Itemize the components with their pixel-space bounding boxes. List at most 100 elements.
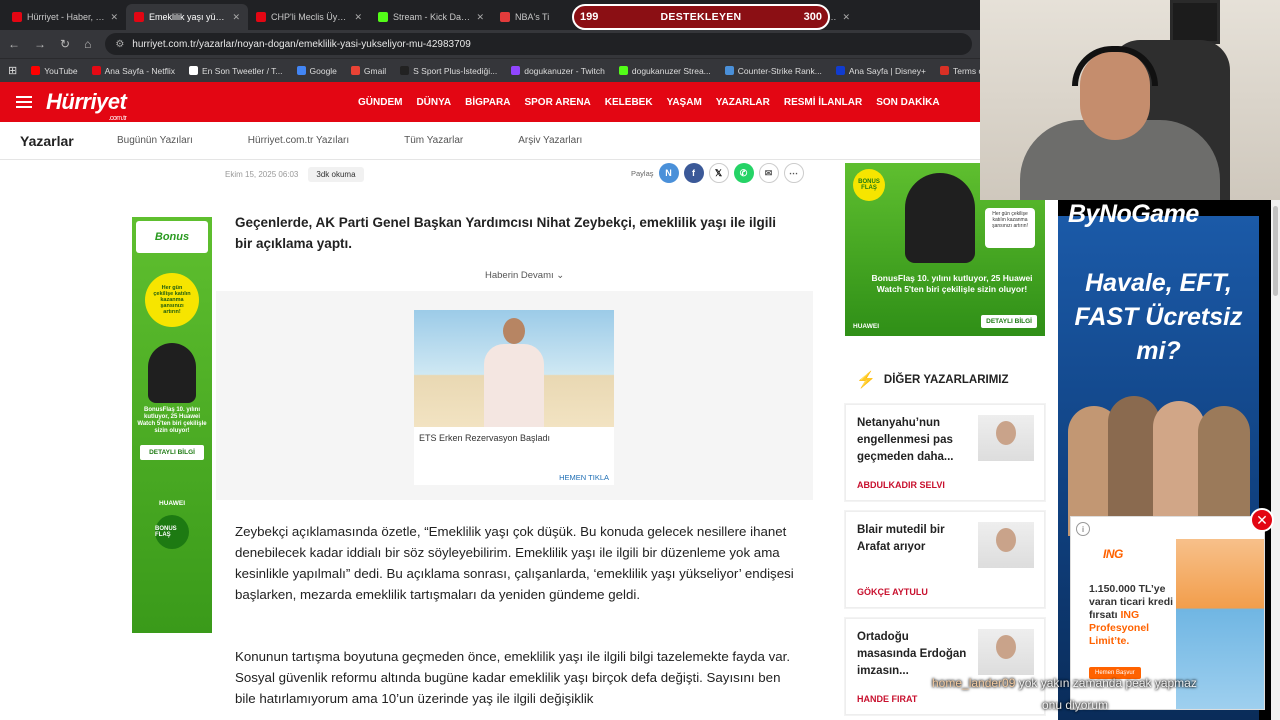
subnav-link[interactable]: Hürriyet.com.tr Yazıları <box>248 135 349 146</box>
ad-info-icon[interactable]: i <box>1076 522 1090 536</box>
ing-logo: ING <box>1103 547 1123 561</box>
details-button[interactable]: DETAYLI BİLGİ <box>981 315 1037 328</box>
subnav-title[interactable]: Yazarlar <box>20 133 74 149</box>
tab-favicon-icon <box>378 12 388 22</box>
bookmark-icon <box>618 66 628 75</box>
x-twitter-icon[interactable]: 𝕏 <box>708 163 729 183</box>
main-menu-item[interactable]: SON DAKİKA <box>876 97 939 108</box>
browser-tab[interactable]: Stream - Kick Dashbo ✕ <box>370 4 492 30</box>
tab-close-icon[interactable]: ✕ <box>842 12 850 23</box>
inline-ad-card[interactable]: ETS Erken Rezervasyon Başladı HEMEN TIKL… <box>414 310 614 485</box>
ad-beach-image <box>414 310 614 427</box>
main-menu-item[interactable]: BİGPARA <box>465 97 510 108</box>
article-date: Ekim 15, 2025 06:03 <box>225 169 299 179</box>
writer-photo <box>978 522 1034 568</box>
facebook-icon[interactable]: f <box>683 163 704 183</box>
bookmark-item[interactable]: Counter-Strike Rank... <box>724 66 822 76</box>
banner-text: BonusFlaş 10. yılını kutluyor, 25 Huawei… <box>137 407 207 434</box>
chat-username: home_lander09 <box>932 676 1016 690</box>
ad-headline: Havale, EFT, FAST Ücretsiz mi? <box>1074 269 1243 365</box>
huawei-logo: HUAWEI <box>159 500 185 507</box>
bookmark-item[interactable]: Google <box>296 66 337 76</box>
bookmark-icon <box>400 66 410 75</box>
bookmark-item[interactable]: YouTube <box>31 66 78 76</box>
writer-name: ABDULKADIR SELVI <box>857 480 945 490</box>
bonus-flas-badge: BONUS FLAŞ <box>155 515 189 549</box>
whatsapp-icon[interactable]: ✆ <box>733 163 754 183</box>
subnav-link[interactable]: Tüm Yazarlar <box>404 135 463 146</box>
browser-tab[interactable]: Hürriyet - Haber, Son ✕ <box>4 4 126 30</box>
writer-card[interactable]: Netanyahu’nun engellenmesi pas geçmeden … <box>845 404 1045 501</box>
bookmark-item[interactable]: Terms of Service - G... <box>939 66 980 76</box>
donation-label: DESTEKLEYEN <box>660 11 742 23</box>
subnav-link[interactable]: Bugünün Yazıları <box>117 135 193 146</box>
site-info-icon[interactable]: ⚙ <box>115 39 124 50</box>
hamburger-menu-icon[interactable] <box>16 96 32 108</box>
ad-caption: ETS Erken Rezervasyon Başladı <box>419 433 551 443</box>
bookmark-icon <box>835 66 845 75</box>
tab-title: Stream - Kick Dashbo <box>393 12 471 22</box>
tab-title: Emeklilik yaşı yükseliy <box>149 12 227 22</box>
bookmark-item[interactable]: dogukanuzer Strea... <box>618 66 711 76</box>
bonus-flas-badge: BONUS FLAŞ <box>853 169 885 201</box>
bookmark-item[interactable]: Ana Sayfa | Disney+ <box>835 66 926 76</box>
bookmark-item[interactable]: S Sport Plus-İstediği... <box>400 66 497 76</box>
forward-icon[interactable]: → <box>34 37 46 51</box>
main-menu-item[interactable]: KELEBEK <box>605 97 653 108</box>
browser-tab[interactable]: CHP'li Meclis Üyesi A ✕ <box>248 4 370 30</box>
main-menu-item[interactable]: GÜNDEM <box>358 97 402 108</box>
donation-right-count: 300 <box>803 11 822 23</box>
tab-close-icon[interactable]: ✕ <box>476 12 484 23</box>
site-logo[interactable]: Hürriyet .com.tr <box>46 89 127 122</box>
bookmark-item[interactable]: dogukanuzer - Twitch <box>511 66 605 76</box>
writer-card[interactable]: Blair mutedil bir Arafat arıyor GÖKÇE AY… <box>845 511 1045 608</box>
bonus-logo: Bonus <box>154 231 190 243</box>
left-bonus-banner[interactable]: Bonus Her gün çekilişe katılın kazanma ş… <box>132 217 212 633</box>
news-share-icon[interactable]: N <box>658 163 679 183</box>
bookmark-icon <box>939 66 949 75</box>
page-scrollbar[interactable] <box>1271 200 1280 720</box>
back-icon[interactable]: ← <box>8 37 20 51</box>
reload-icon[interactable]: ↻ <box>60 37 70 51</box>
bynogame-logo: ByNoGame <box>1068 200 1199 228</box>
subnav-links: Bugünün Yazıları Hürriyet.com.tr Yazıları… <box>117 135 582 146</box>
tab-close-icon[interactable]: ✕ <box>354 12 362 23</box>
main-menu-item[interactable]: YAŞAM <box>667 97 702 108</box>
url-input[interactable]: ⚙ hurriyet.com.tr/yazarlar/noyan-dogan/e… <box>105 33 972 55</box>
main-menu: GÜNDEM DÜNYA BİGPARA SPOR ARENA KELEBEK YAŞAM… <box>358 82 940 122</box>
tab-close-icon[interactable]: ✕ <box>110 12 118 23</box>
share-bar: Paylaş N f 𝕏 ✆ ✉ ⋯ <box>631 163 804 183</box>
tab-close-icon[interactable]: ✕ <box>232 12 240 23</box>
read-more-button[interactable]: Haberin Devamı ⌄ <box>485 270 564 281</box>
email-icon[interactable]: ✉ <box>758 163 779 183</box>
tab-favicon-icon <box>134 12 144 22</box>
main-menu-item[interactable]: RESMİ İLANLAR <box>784 97 862 108</box>
main-menu-item[interactable]: SPOR ARENA <box>524 97 590 108</box>
bookmark-item[interactable]: En Son Tweetler / T... <box>189 66 283 76</box>
mascot-image <box>148 343 196 403</box>
details-button[interactable]: DETAYLI BİLGİ <box>140 445 204 460</box>
browser-tab[interactable]: Emeklilik yaşı yükseliy ✕ <box>126 4 248 30</box>
bookmark-item[interactable]: Ana Sayfa - Netflix <box>91 66 175 76</box>
main-menu-item[interactable]: DÜNYA <box>416 97 451 108</box>
subnav-link[interactable]: Arşiv Yazarları <box>518 135 582 146</box>
bookmark-icon <box>724 66 734 75</box>
bookmark-item[interactable]: Gmail <box>350 66 386 76</box>
donation-goal-bar: 199 DESTEKLEYEN 300 <box>572 4 830 30</box>
more-options-icon[interactable]: ⋯ <box>783 163 804 183</box>
browser-tab-bar: Hürriyet - Haber, Son ✕ Emeklilik yaşı yük… <box>0 0 980 30</box>
banner-bubble: Her gün çekilişe katılın kazanma şansını… <box>985 208 1035 248</box>
chat-message: onu diyorum <box>1042 698 1109 712</box>
main-menu-item[interactable]: YAZARLAR <box>716 97 770 108</box>
tab-title: CHP'li Meclis Üyesi A <box>271 12 350 22</box>
banner-headline: BonusFlaş 10. yılını kutluyor, 25 Huawei… <box>871 273 1033 294</box>
ad-cta-link[interactable]: HEMEN TIKLA <box>559 473 609 482</box>
bookmark-icon <box>511 66 521 75</box>
screen: Hürriyet - Haber, Son ✕ Emeklilik yaşı yük… <box>0 0 1280 720</box>
bookmark-icon <box>91 66 101 75</box>
close-icon[interactable]: ✕ <box>1250 508 1274 532</box>
article-lead: Geçenlerde, AK Parti Genel Başkan Yardım… <box>235 215 777 251</box>
apps-icon[interactable]: ⊞ <box>8 64 17 77</box>
home-icon[interactable]: ⌂ <box>84 37 91 51</box>
read-time-badge: 3dk okuma <box>308 166 364 182</box>
